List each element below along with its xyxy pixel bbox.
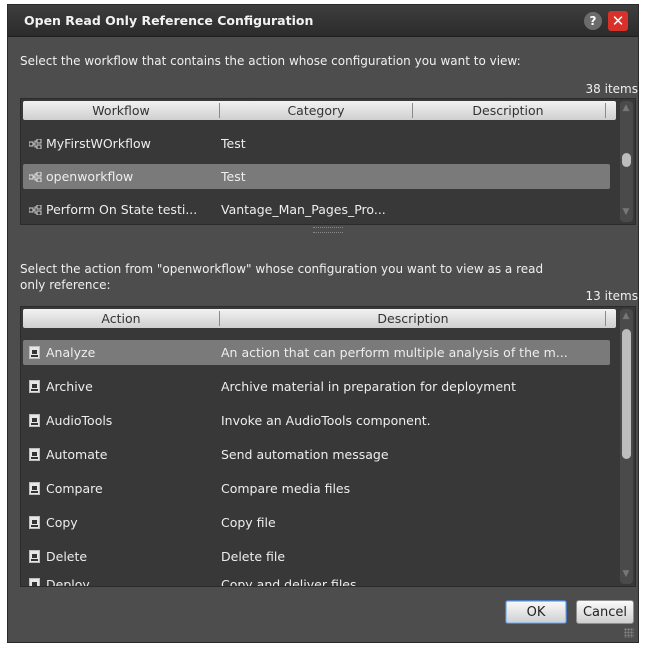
action-name: Delete <box>46 549 88 564</box>
action-name: AudioTools <box>46 413 113 428</box>
workflow-table: Workflow Category Description MyFirstWOr… <box>20 98 636 225</box>
scroll-up-icon[interactable]: ▲ <box>621 311 631 321</box>
action-icon <box>29 550 40 563</box>
column-header-description[interactable]: Description <box>413 101 603 120</box>
scroll-down-icon[interactable]: ▼ <box>621 207 631 217</box>
scroll-down-icon[interactable]: ▼ <box>621 569 631 579</box>
action-icon <box>29 516 40 529</box>
action-table-header: Action Description <box>23 309 616 328</box>
column-divider[interactable] <box>605 311 606 326</box>
workflow-count: 38 items <box>585 82 638 96</box>
action-description-cell: Invoke an AudioTools component. <box>221 413 431 428</box>
column-header-description[interactable]: Description <box>220 309 606 328</box>
workflow-name-cell: openworkflow <box>29 164 215 189</box>
workflow-description-cell <box>415 164 605 189</box>
workflow-name: Perform On State testi... <box>46 202 198 217</box>
table-row-selected[interactable]: Analyze An action that can perform multi… <box>23 340 610 365</box>
action-name-cell: Deploy <box>29 572 215 587</box>
scrollbar-thumb[interactable] <box>622 329 631 459</box>
action-icon <box>29 346 40 359</box>
workflow-name-cell: Perform On State testi... <box>29 197 215 222</box>
workflow-table-header: Workflow Category Description <box>23 101 616 120</box>
table-row[interactable]: Perform On State testi... Vantage_Man_Pa… <box>23 197 610 222</box>
dialog-window: Open Read Only Reference Configuration ?… <box>7 4 639 643</box>
action-scrollbar[interactable]: ▲ ▼ <box>620 309 633 584</box>
action-name: Automate <box>46 447 108 462</box>
action-icon <box>29 578 40 586</box>
cancel-button[interactable]: Cancel <box>576 600 634 624</box>
workflow-category-cell: Vantage_Man_Pages_Pro... <box>221 202 386 217</box>
workflow-icon <box>29 198 43 216</box>
workflow-name-cell: MyFirstWOrkflow <box>29 131 215 156</box>
action-name: Analyze <box>46 345 96 360</box>
action-table: Action Description Analyze An action tha… <box>20 306 636 587</box>
action-name-cell: Copy <box>29 510 215 535</box>
table-row-selected[interactable]: openworkflow Test <box>23 164 610 189</box>
action-name-cell: Automate <box>29 442 215 467</box>
action-icon <box>29 414 40 427</box>
scroll-up-icon[interactable]: ▲ <box>621 103 631 113</box>
action-name-cell: Archive <box>29 374 215 399</box>
table-row[interactable]: Automate Send automation message <box>23 442 610 467</box>
action-name-cell: Compare <box>29 476 215 501</box>
action-description-cell: Copy file <box>221 515 276 530</box>
column-header-workflow[interactable]: Workflow <box>23 101 219 120</box>
table-row[interactable]: Deploy Copy and deliver files <box>23 572 610 587</box>
action-description-cell: Delete file <box>221 549 286 564</box>
table-row[interactable]: Copy Copy file <box>23 510 610 535</box>
column-header-category[interactable]: Category <box>220 101 412 120</box>
workflow-description-cell <box>415 131 605 156</box>
action-description-cell: Compare media files <box>221 481 351 496</box>
pane-splitter[interactable] <box>313 227 343 233</box>
workflow-icon <box>29 132 43 150</box>
table-row[interactable]: Delete Delete file <box>23 544 610 569</box>
action-description-cell: An action that can perform multiple anal… <box>221 345 568 360</box>
action-name: Compare <box>46 481 103 496</box>
action-description-cell: Copy and deliver files <box>221 577 357 587</box>
column-header-action[interactable]: Action <box>23 309 219 328</box>
workflow-category-cell: Test <box>221 169 246 184</box>
workflow-name: MyFirstWOrkflow <box>46 136 151 151</box>
action-prompt: Select the action from "openworkflow" wh… <box>20 262 544 292</box>
title-bar[interactable]: Open Read Only Reference Configuration ?… <box>8 5 638 37</box>
dialog-title: Open Read Only Reference Configuration <box>24 13 314 28</box>
ok-button[interactable]: OK <box>505 600 567 624</box>
table-row[interactable]: Compare Compare media files <box>23 476 610 501</box>
table-row[interactable]: AudioTools Invoke an AudioTools componen… <box>23 408 610 433</box>
workflow-name: openworkflow <box>46 169 134 184</box>
action-name: Deploy <box>46 577 90 587</box>
table-row[interactable]: MyFirstWOrkflow Test <box>23 131 610 156</box>
table-row[interactable]: Archive Archive material in preparation … <box>23 374 610 399</box>
action-icon <box>29 448 40 461</box>
action-count: 13 items <box>585 289 638 303</box>
close-icon[interactable]: ✕ <box>608 11 628 31</box>
action-icon <box>29 380 40 393</box>
scrollbar-thumb[interactable] <box>622 153 631 167</box>
column-divider[interactable] <box>605 103 606 118</box>
action-name-cell: AudioTools <box>29 408 215 433</box>
help-icon[interactable]: ? <box>584 12 602 30</box>
action-icon <box>29 482 40 495</box>
action-description-cell: Send automation message <box>221 447 389 462</box>
action-name-cell: Analyze <box>29 340 215 365</box>
workflow-scrollbar[interactable]: ▲ ▼ <box>620 101 633 222</box>
action-name: Copy <box>46 515 78 530</box>
action-description-cell: Archive material in preparation for depl… <box>221 379 516 394</box>
workflow-category-cell: Test <box>221 136 246 151</box>
workflow-description-cell <box>415 197 605 222</box>
resize-grip[interactable] <box>624 628 634 638</box>
workflow-icon <box>29 165 43 183</box>
action-name: Archive <box>46 379 93 394</box>
action-name-cell: Delete <box>29 544 215 569</box>
workflow-prompt: Select the workflow that contains the ac… <box>20 54 521 68</box>
